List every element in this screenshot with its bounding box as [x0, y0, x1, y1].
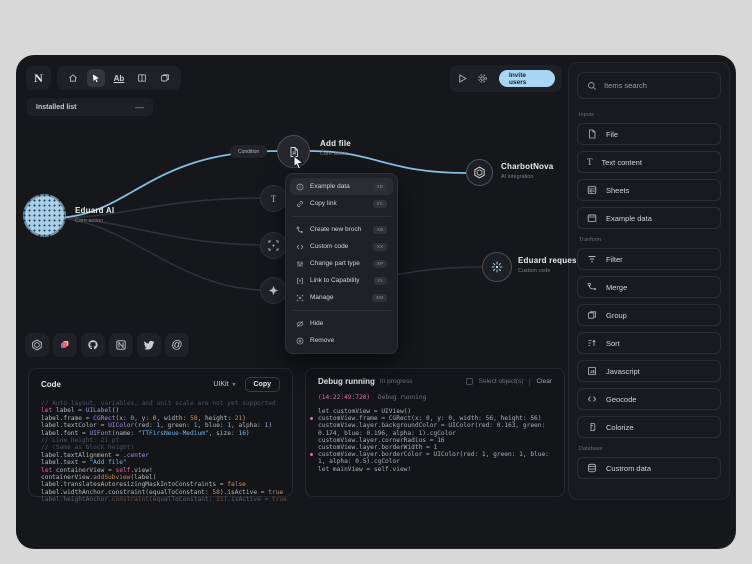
- github-button[interactable]: [81, 333, 105, 357]
- hexagon-logo-icon: [31, 339, 43, 351]
- condition-badge[interactable]: Condition: [230, 145, 267, 158]
- notion-icon: [115, 339, 127, 351]
- at-icon: @: [171, 339, 182, 351]
- hexagon-app-button[interactable]: [25, 333, 49, 357]
- github-icon: [87, 339, 99, 351]
- text-node-icon: T: [271, 194, 277, 204]
- menu-item-remove[interactable]: Remove: [290, 332, 393, 349]
- node-diamond[interactable]: [260, 277, 287, 304]
- menu-item-change-part-type[interactable]: Change part type XP: [290, 255, 393, 272]
- diamond-star-icon: [268, 285, 279, 296]
- sliders-icon: [296, 260, 304, 268]
- starburst-icon: [490, 260, 504, 274]
- menu-item-create-new-broch[interactable]: Create new broch XB: [290, 221, 393, 238]
- app-window: N Ab Installed list — Invite users: [16, 55, 736, 549]
- manage-icon: [296, 294, 304, 302]
- shortcut-badge: XX: [373, 243, 387, 251]
- shortcut-badge: XM: [372, 294, 387, 302]
- node-text[interactable]: T: [260, 185, 287, 212]
- node-charbotnova[interactable]: [466, 159, 493, 186]
- brackets-icon: [296, 277, 304, 285]
- menu-item-hide[interactable]: Hide: [290, 315, 393, 332]
- shortcut-badge: XL: [374, 277, 387, 285]
- viewfinder-icon: [268, 240, 279, 251]
- shortcut-badge: XD: [373, 183, 387, 191]
- code-icon: [296, 243, 304, 251]
- link-icon: [296, 200, 304, 208]
- color-squares-icon: [59, 339, 71, 351]
- shortcut-badge: XB: [373, 226, 387, 234]
- notion-button[interactable]: [109, 333, 133, 357]
- menu-divider: [292, 216, 391, 217]
- menu-item-custom-code[interactable]: Custom code XX: [290, 238, 393, 255]
- eye-off-icon: [296, 320, 304, 328]
- mouse-cursor-icon: [292, 155, 305, 175]
- hexagon-icon: [473, 166, 486, 179]
- shortcut-badge: XP: [373, 260, 387, 268]
- shortcut-badge: XC: [373, 200, 387, 208]
- social-links-row: @: [25, 333, 189, 357]
- node-eduard-ai[interactable]: [23, 194, 66, 237]
- twitter-button[interactable]: [137, 333, 161, 357]
- email-at-button[interactable]: @: [165, 333, 189, 357]
- context-menu: Example data XD Copy link XC Create new …: [285, 173, 398, 354]
- node-eduard-ai-label: Eduard AI Care action: [75, 206, 114, 224]
- node-add-file-label: Add file Care action: [320, 139, 351, 157]
- menu-item-example-data[interactable]: Example data XD: [290, 178, 393, 195]
- node-frame[interactable]: [260, 232, 287, 259]
- menu-item-link-to-capability[interactable]: Link to Capability XL: [290, 272, 393, 289]
- node-charbotnova-label: CharbotNova AI integration: [501, 162, 553, 180]
- branch-icon: [296, 226, 304, 234]
- remove-icon: [296, 337, 304, 345]
- menu-divider: [292, 310, 391, 311]
- node-eduard-request-label: Eduard reques Custom code: [518, 256, 577, 274]
- info-icon: [296, 183, 304, 191]
- node-eduard-request[interactable]: [482, 252, 512, 282]
- menu-item-copy-link[interactable]: Copy link XC: [290, 195, 393, 212]
- palette-app-button[interactable]: [53, 333, 77, 357]
- twitter-icon: [143, 339, 155, 351]
- menu-item-manage[interactable]: Manage XM: [290, 289, 393, 306]
